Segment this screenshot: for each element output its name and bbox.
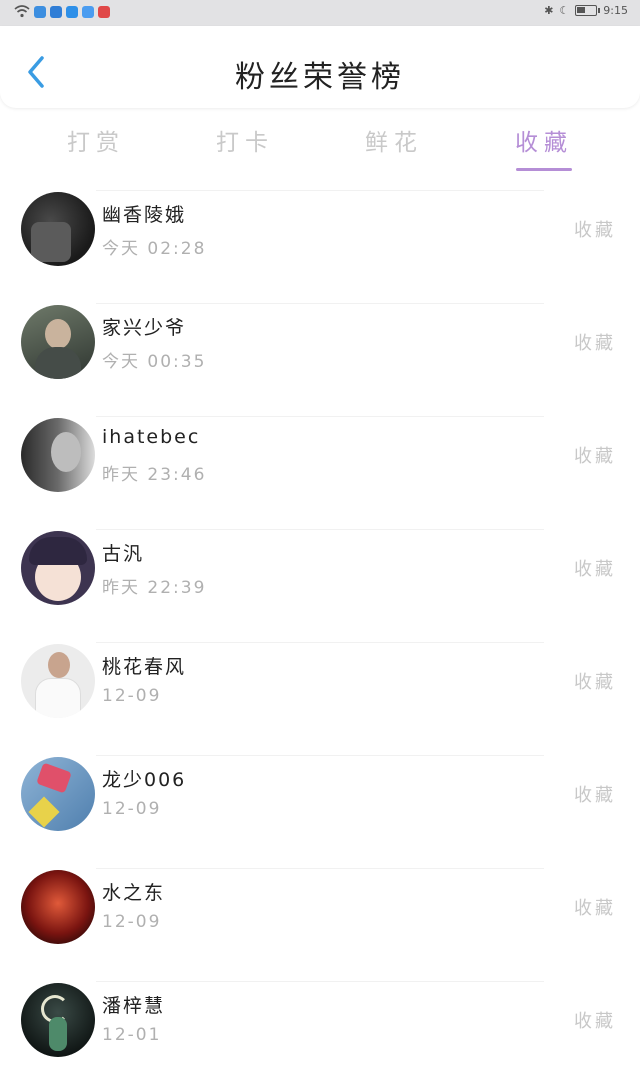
fan-time: 今天 00:35	[102, 352, 207, 372]
battery-icon	[575, 5, 601, 16]
divider	[96, 981, 544, 982]
favorite-label[interactable]: 收藏	[574, 894, 616, 920]
list-item[interactable]: 家兴少爷 今天 00:35 收藏	[0, 303, 640, 416]
status-bar: ✱ ☾ 9:15	[0, 0, 640, 26]
status-bar-right: ✱ ☾ 9:15	[544, 4, 628, 17]
avatar[interactable]	[21, 192, 95, 266]
fan-name: 潘梓慧	[102, 995, 166, 1017]
avatar[interactable]	[21, 531, 95, 605]
avatar[interactable]	[21, 644, 95, 718]
bluetooth-icon: ✱	[544, 4, 554, 17]
fan-name: 桃花春风	[102, 656, 187, 678]
divider	[96, 416, 544, 417]
fan-list: 幽香陵娥 今天 02:28 收藏 家兴少爷 今天 00:35 收藏 ihateb…	[0, 190, 640, 1067]
notification-app-icon	[50, 5, 62, 18]
list-item[interactable]: 幽香陵娥 今天 02:28 收藏	[0, 190, 640, 303]
tab-flowers[interactable]: 鲜花	[344, 123, 444, 157]
list-item[interactable]: 潘梓慧 12-01 收藏	[0, 981, 640, 1067]
notification-app-icon	[82, 5, 94, 18]
notification-app-icon	[98, 5, 110, 18]
fan-time: 12-09	[102, 912, 162, 932]
divider	[96, 868, 544, 869]
tab-checkin[interactable]: 打卡	[195, 123, 295, 157]
divider	[96, 303, 544, 304]
list-item[interactable]: 古汎 昨天 22:39 收藏	[0, 529, 640, 642]
tab-reward[interactable]: 打赏	[46, 123, 146, 157]
fan-name: 家兴少爷	[102, 317, 187, 339]
avatar[interactable]	[21, 983, 95, 1057]
fan-time: 12-01	[102, 1025, 162, 1045]
fan-name: ihatebec	[102, 426, 201, 448]
fan-time: 12-09	[102, 686, 162, 706]
fan-time: 昨天 22:39	[102, 578, 207, 598]
favorite-label[interactable]: 收藏	[574, 329, 616, 355]
fan-time: 昨天 23:46	[102, 465, 207, 485]
page-title: 粉丝荣誉榜	[235, 60, 405, 95]
status-time: 9:15	[603, 4, 628, 17]
favorite-label[interactable]: 收藏	[574, 781, 616, 807]
favorite-label[interactable]: 收藏	[574, 216, 616, 242]
divider	[96, 755, 544, 756]
divider	[96, 642, 544, 643]
header: 粉丝荣誉榜	[0, 26, 640, 108]
status-bar-icons	[14, 5, 110, 18]
list-item[interactable]: 水之东 12-09 收藏	[0, 868, 640, 981]
avatar[interactable]	[21, 870, 95, 944]
favorite-label[interactable]: 收藏	[574, 1007, 616, 1033]
fan-time: 12-09	[102, 799, 162, 819]
avatar[interactable]	[21, 418, 95, 492]
fan-name: 水之东	[102, 882, 166, 904]
list-item[interactable]: 龙少006 12-09 收藏	[0, 755, 640, 868]
fan-time: 今天 02:28	[102, 239, 207, 259]
divider	[96, 529, 544, 530]
notification-app-icon	[34, 5, 46, 18]
active-tab-indicator	[516, 168, 572, 171]
avatar[interactable]	[21, 757, 95, 831]
tab-favorites[interactable]: 收藏	[494, 123, 594, 157]
fan-name: 幽香陵娥	[102, 204, 187, 226]
list-item[interactable]: ihatebec 昨天 23:46 收藏	[0, 416, 640, 529]
list-item[interactable]: 桃花春风 12-09 收藏	[0, 642, 640, 755]
fan-name: 龙少006	[102, 769, 187, 791]
fan-name: 古汎	[102, 543, 145, 565]
tab-bar: 打赏 打卡 鲜花 收藏	[0, 115, 640, 175]
wifi-icon	[14, 5, 30, 18]
notification-app-icon	[66, 5, 78, 18]
favorite-label[interactable]: 收藏	[574, 442, 616, 468]
divider	[96, 190, 544, 191]
moon-icon: ☾	[559, 4, 570, 17]
favorite-label[interactable]: 收藏	[574, 555, 616, 581]
avatar[interactable]	[21, 305, 95, 379]
favorite-label[interactable]: 收藏	[574, 668, 616, 694]
